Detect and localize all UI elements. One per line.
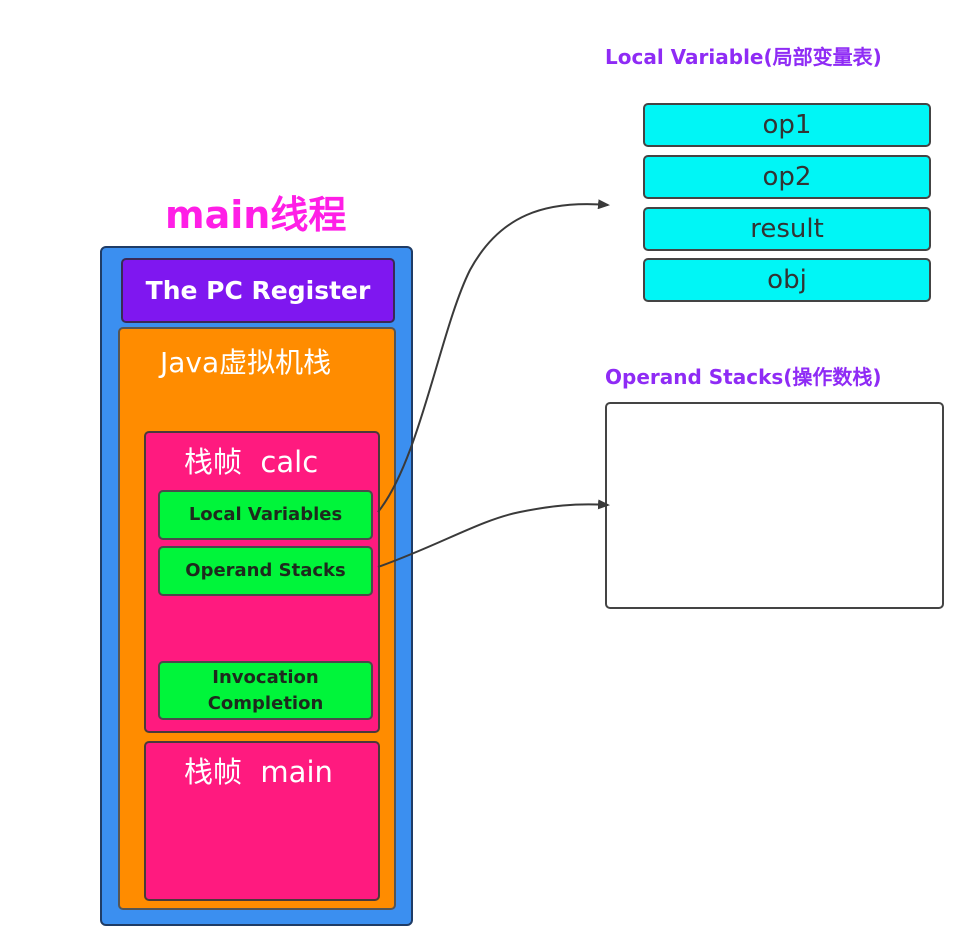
arrow-operand-stacks xyxy=(377,499,610,568)
connector-arrows xyxy=(377,199,610,568)
arrow-local-variables xyxy=(377,199,610,513)
